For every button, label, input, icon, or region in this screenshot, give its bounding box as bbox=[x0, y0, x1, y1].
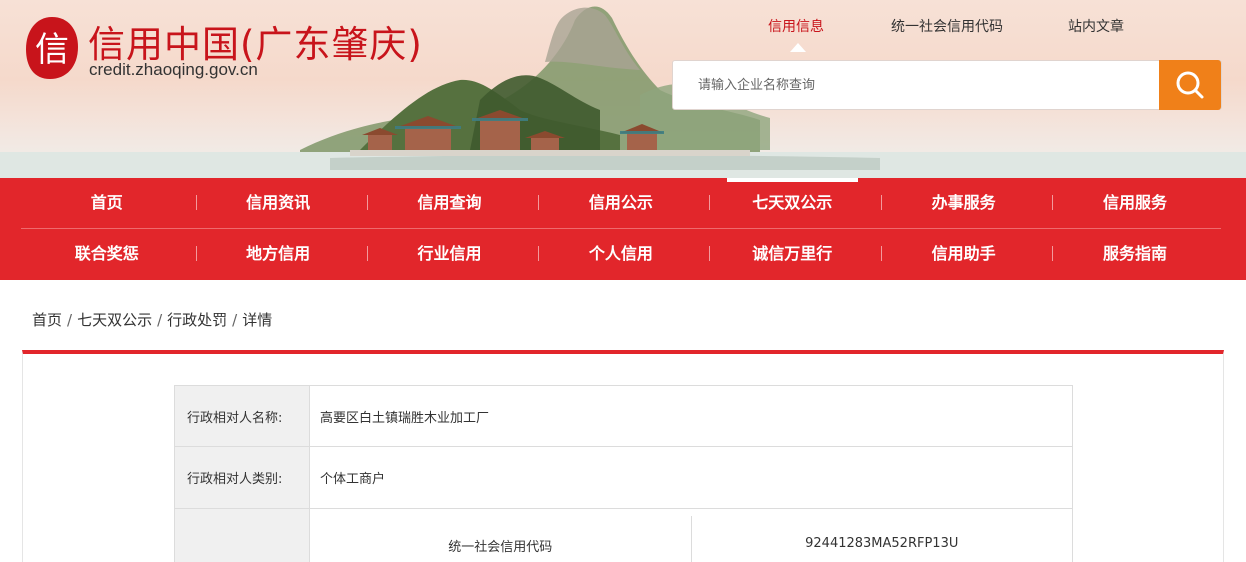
main-navigation: 首页 信用资讯 信用查询 信用公示 七天双公示 办事服务 信用服务 联合奖惩 地… bbox=[0, 178, 1246, 280]
nav-item-local-credit[interactable]: 地方信用 bbox=[192, 229, 363, 280]
nav-item-credit-assistant[interactable]: 信用助手 bbox=[878, 229, 1049, 280]
active-tab-caret bbox=[790, 43, 806, 52]
breadcrumb-admin-penalty[interactable]: 行政处罚 bbox=[167, 311, 227, 329]
search-icon bbox=[1176, 71, 1204, 99]
top-link-credit-info[interactable]: 信用信息 bbox=[768, 16, 824, 36]
table-row: 行政相对人名称: 高要区白土镇瑞胜木业加工厂 bbox=[175, 386, 1072, 447]
code-subtable: 统一社会信用代码 92441283MA52RFP13U bbox=[310, 509, 1072, 562]
nav-separator bbox=[881, 246, 882, 261]
nav-separator bbox=[881, 195, 882, 210]
nav-item-credit-news[interactable]: 信用资讯 bbox=[192, 178, 363, 229]
nav-item-credit-services[interactable]: 信用服务 bbox=[1049, 178, 1220, 229]
nav-item-joint-rewards[interactable]: 联合奖惩 bbox=[21, 229, 192, 280]
detail-panel: 行政相对人名称: 高要区白土镇瑞胜木业加工厂 行政相对人类别: 个体工商户 统一… bbox=[22, 350, 1224, 562]
table-row: 统一社会信用代码 92441283MA52RFP13U bbox=[175, 509, 1072, 562]
label-party-name: 行政相对人名称: bbox=[175, 386, 310, 446]
nav-item-personal-credit[interactable]: 个人信用 bbox=[535, 229, 706, 280]
site-header: 信 信用中国(广东肇庆) credit.zhaoqing.gov.cn 信用信息… bbox=[0, 0, 1246, 178]
value-party-type: 个体工商户 bbox=[320, 472, 386, 487]
nav-item-service-guide[interactable]: 服务指南 bbox=[1049, 229, 1220, 280]
top-link-social-credit-code[interactable]: 统一社会信用代码 bbox=[891, 16, 1003, 36]
top-links: 信用信息 统一社会信用代码 站内文章 bbox=[0, 16, 1246, 40]
search-input[interactable] bbox=[673, 61, 1161, 109]
nav-item-home[interactable]: 首页 bbox=[21, 178, 192, 229]
breadcrumb-home[interactable]: 首页 bbox=[32, 311, 62, 329]
nav-item-integrity-tour[interactable]: 诚信万里行 bbox=[707, 229, 878, 280]
nav-row-2: 联合奖惩 地方信用 行业信用 个人信用 诚信万里行 信用助手 服务指南 bbox=[21, 229, 1221, 280]
nav-item-credit-publicity[interactable]: 信用公示 bbox=[535, 178, 706, 229]
nav-item-seven-day-publicity[interactable]: 七天双公示 bbox=[707, 178, 878, 229]
breadcrumb-separator: / bbox=[157, 311, 163, 329]
detail-table: 行政相对人名称: 高要区白土镇瑞胜木业加工厂 行政相对人类别: 个体工商户 统一… bbox=[174, 385, 1073, 562]
label-party-code bbox=[175, 509, 310, 562]
nav-separator bbox=[538, 246, 539, 261]
breadcrumb-seven-day-publicity[interactable]: 七天双公示 bbox=[77, 311, 152, 329]
breadcrumb-separator: / bbox=[67, 311, 73, 329]
value-party-name: 高要区白土镇瑞胜木业加工厂 bbox=[320, 410, 490, 426]
nav-separator bbox=[196, 246, 197, 261]
top-link-site-articles[interactable]: 站内文章 bbox=[1068, 16, 1124, 36]
nav-item-credit-query[interactable]: 信用查询 bbox=[364, 178, 535, 229]
nav-separator bbox=[367, 246, 368, 261]
nav-separator bbox=[709, 246, 710, 261]
value-social-credit-code: 92441283MA52RFP13U bbox=[805, 536, 959, 551]
label-social-credit-code: 统一社会信用代码 bbox=[310, 516, 692, 562]
nav-separator bbox=[709, 195, 710, 210]
search-bar bbox=[672, 60, 1222, 110]
nav-separator bbox=[367, 195, 368, 210]
search-button[interactable] bbox=[1159, 60, 1221, 110]
breadcrumb: 首页 / 七天双公示 / 行政处罚 / 详情 bbox=[32, 309, 272, 330]
breadcrumb-separator: / bbox=[232, 311, 238, 329]
nav-separator bbox=[1052, 195, 1053, 210]
nav-row-1: 首页 信用资讯 信用查询 信用公示 七天双公示 办事服务 信用服务 bbox=[21, 178, 1221, 229]
nav-separator bbox=[1052, 246, 1053, 261]
nav-item-industry-credit[interactable]: 行业信用 bbox=[364, 229, 535, 280]
table-row: 行政相对人类别: 个体工商户 bbox=[175, 447, 1072, 509]
nav-separator bbox=[196, 195, 197, 210]
site-domain: credit.zhaoqing.gov.cn bbox=[89, 60, 258, 79]
nav-item-services[interactable]: 办事服务 bbox=[878, 178, 1049, 229]
nav-separator bbox=[538, 195, 539, 210]
label-party-type: 行政相对人类别: bbox=[175, 447, 310, 508]
breadcrumb-current: 详情 bbox=[242, 311, 273, 329]
